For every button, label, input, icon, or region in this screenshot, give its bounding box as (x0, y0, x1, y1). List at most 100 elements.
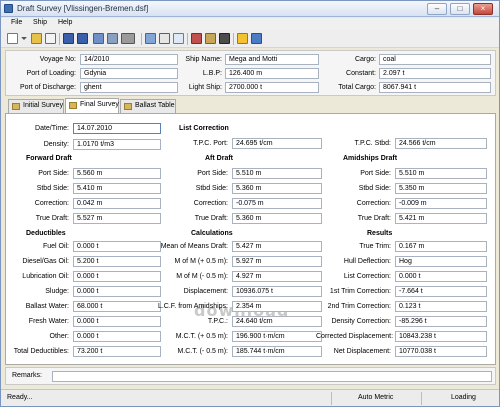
close-button[interactable]: × (473, 3, 493, 15)
ship-info-panel: Voyage No: 14/2010 Port of Loading: Gdyn… (5, 50, 496, 96)
ruler-icon[interactable] (219, 33, 230, 44)
preview-icon[interactable] (107, 33, 118, 44)
light-ship-field[interactable]: 2700.000 t (225, 82, 319, 93)
aft-stbd-side-label: Stbd Side: (195, 185, 228, 192)
print-icon[interactable] (121, 33, 135, 44)
tpc-port-field[interactable]: 24.695 t/cm (232, 138, 322, 149)
tab-page-icon (69, 102, 77, 109)
save-icon[interactable] (63, 33, 74, 44)
net-displacement-label: Net Displacement: (333, 348, 391, 355)
hull-deflection-label: Hull Deflection: (343, 258, 391, 265)
menu-help[interactable]: Help (58, 19, 72, 26)
lubrication-oil-field[interactable]: 0.000 t (73, 271, 161, 282)
mom-plus-field[interactable]: 5.927 m (232, 256, 322, 267)
constant-field[interactable]: 2.097 t (379, 68, 491, 79)
second-trim-correction-label: 2nd Trim Correction: (327, 303, 391, 310)
second-trim-correction-field[interactable]: 0.123 t (395, 301, 487, 312)
ship-name-field[interactable]: Mega and Motti (225, 54, 319, 65)
calculations-heading: Calculations (191, 230, 233, 237)
lightning-icon[interactable] (237, 33, 248, 44)
tpc-port-label: T.P.C. Port: (193, 140, 228, 147)
menu-ship[interactable]: Ship (33, 19, 47, 26)
datetime-field[interactable]: 14.07.2010 (73, 123, 161, 134)
tpc-stbd-label: T.P.C. Stbd: (354, 140, 391, 147)
cargo-label: Cargo: (354, 56, 376, 63)
tpc-stbd-field[interactable]: 24.566 t/cm (395, 138, 487, 149)
total-cargo-field[interactable]: 8067.941 t (379, 82, 491, 93)
loading-indicator: Loading (451, 394, 476, 401)
port-loading-field[interactable]: Gdynia (80, 68, 178, 79)
fwd-port-side-field[interactable]: 5.560 m (73, 168, 161, 179)
chevron-down-icon[interactable] (21, 37, 27, 42)
fuel-oil-field[interactable]: 0.000 t (73, 241, 161, 252)
minimize-button[interactable]: – (427, 3, 447, 15)
mid-true-draft-field[interactable]: 5.421 m (395, 213, 487, 224)
save-as-icon[interactable] (77, 33, 88, 44)
aft-stbd-side-field[interactable]: 5.360 m (232, 183, 322, 194)
aft-port-side-field[interactable]: 5.510 m (232, 168, 322, 179)
table-icon[interactable] (173, 33, 184, 44)
fwd-correction-field[interactable]: 0.042 m (73, 198, 161, 209)
fwd-true-draft-field[interactable]: 5.527 m (73, 213, 161, 224)
voyage-no-label: Voyage No: (39, 56, 76, 63)
mid-stbd-side-field[interactable]: 5.350 m (395, 183, 487, 194)
density-correction-field[interactable]: -85.296 t (395, 316, 487, 327)
results-heading: Results (367, 230, 393, 237)
mct-minus-field[interactable]: 185.744 t·m/cm (232, 346, 322, 357)
true-trim-field[interactable]: 0.167 m (395, 241, 487, 252)
lbp-field[interactable]: 126.400 m (225, 68, 319, 79)
fwd-stbd-side-field[interactable]: 5.410 m (73, 183, 161, 194)
mct-plus-label: M.C.T. (+ 0.5 m): (175, 333, 228, 340)
amidships-draft-heading: Amidships Draft (343, 155, 398, 162)
first-trim-correction-label: 1st Trim Correction: (329, 288, 391, 295)
mean-of-means-field[interactable]: 5.427 m (232, 241, 322, 252)
other-field[interactable]: 0.000 t (73, 331, 161, 342)
grid-icon[interactable] (159, 33, 170, 44)
remarks-field[interactable] (52, 371, 492, 382)
fresh-water-label: Fresh Water: (28, 318, 69, 325)
tab-initial-survey[interactable]: Initial Survey (8, 99, 64, 113)
menu-bar: File Ship Help (1, 18, 499, 30)
maximize-button[interactable]: □ (450, 3, 470, 15)
list-correction-field[interactable]: 0.000 t (395, 271, 487, 282)
density-field[interactable]: 1.0170 t/m3 (73, 139, 161, 150)
total-deductibles-field[interactable]: 73.200 t (73, 346, 161, 357)
mct-plus-field[interactable]: 196.900 t·m/cm (232, 331, 322, 342)
sludge-field[interactable]: 0.000 t (73, 286, 161, 297)
status-text: Ready... (7, 394, 33, 401)
aft-true-draft-field[interactable]: 5.360 m (232, 213, 322, 224)
tab-ballast-table[interactable]: Ballast Table (120, 99, 176, 113)
tools-icon[interactable] (205, 33, 216, 44)
mid-port-side-label: Port Side: (360, 170, 391, 177)
copy-icon[interactable] (93, 33, 104, 44)
hull-deflection-field[interactable]: Hog (395, 256, 487, 267)
cargo-field[interactable]: coal (379, 54, 491, 65)
diesel-gas-oil-field[interactable]: 5.200 t (73, 256, 161, 267)
net-displacement-field[interactable]: 10770.038 t (395, 346, 487, 357)
open-folder-icon[interactable] (31, 33, 42, 44)
new-icon[interactable] (7, 33, 18, 44)
ballast-water-field[interactable]: 68.000 t (73, 301, 161, 312)
menu-file[interactable]: File (11, 19, 22, 26)
book-icon[interactable] (191, 33, 202, 44)
window-title: Draft Survey [Vlissingen-Bremen.dsf] (17, 4, 149, 13)
mom-minus-field[interactable]: 4.927 m (232, 271, 322, 282)
screen-icon[interactable] (145, 33, 156, 44)
displacement-field[interactable]: 10936.075 t (232, 286, 322, 297)
ship-name-label: Ship Name: (185, 56, 222, 63)
fresh-water-field[interactable]: 0.000 t (73, 316, 161, 327)
tpc-field[interactable]: 24.640 t/cm (232, 316, 322, 327)
help-icon[interactable] (251, 33, 262, 44)
mid-correction-field[interactable]: -0.009 m (395, 198, 487, 209)
first-trim-correction-field[interactable]: -7.664 t (395, 286, 487, 297)
voyage-no-field[interactable]: 14/2010 (80, 54, 178, 65)
corrected-displacement-field[interactable]: 10843.238 t (395, 331, 487, 342)
status-divider (421, 392, 422, 405)
mid-port-side-field[interactable]: 5.510 m (395, 168, 487, 179)
lcf-label: L.C.F. from Amidships: (157, 303, 228, 310)
port-discharge-field[interactable]: ghent (80, 82, 178, 93)
window-icon[interactable] (45, 33, 56, 44)
aft-correction-field[interactable]: -0.075 m (232, 198, 322, 209)
tab-final-survey[interactable]: Final Survey (65, 98, 119, 113)
lcf-field[interactable]: 2.354 m (232, 301, 322, 312)
